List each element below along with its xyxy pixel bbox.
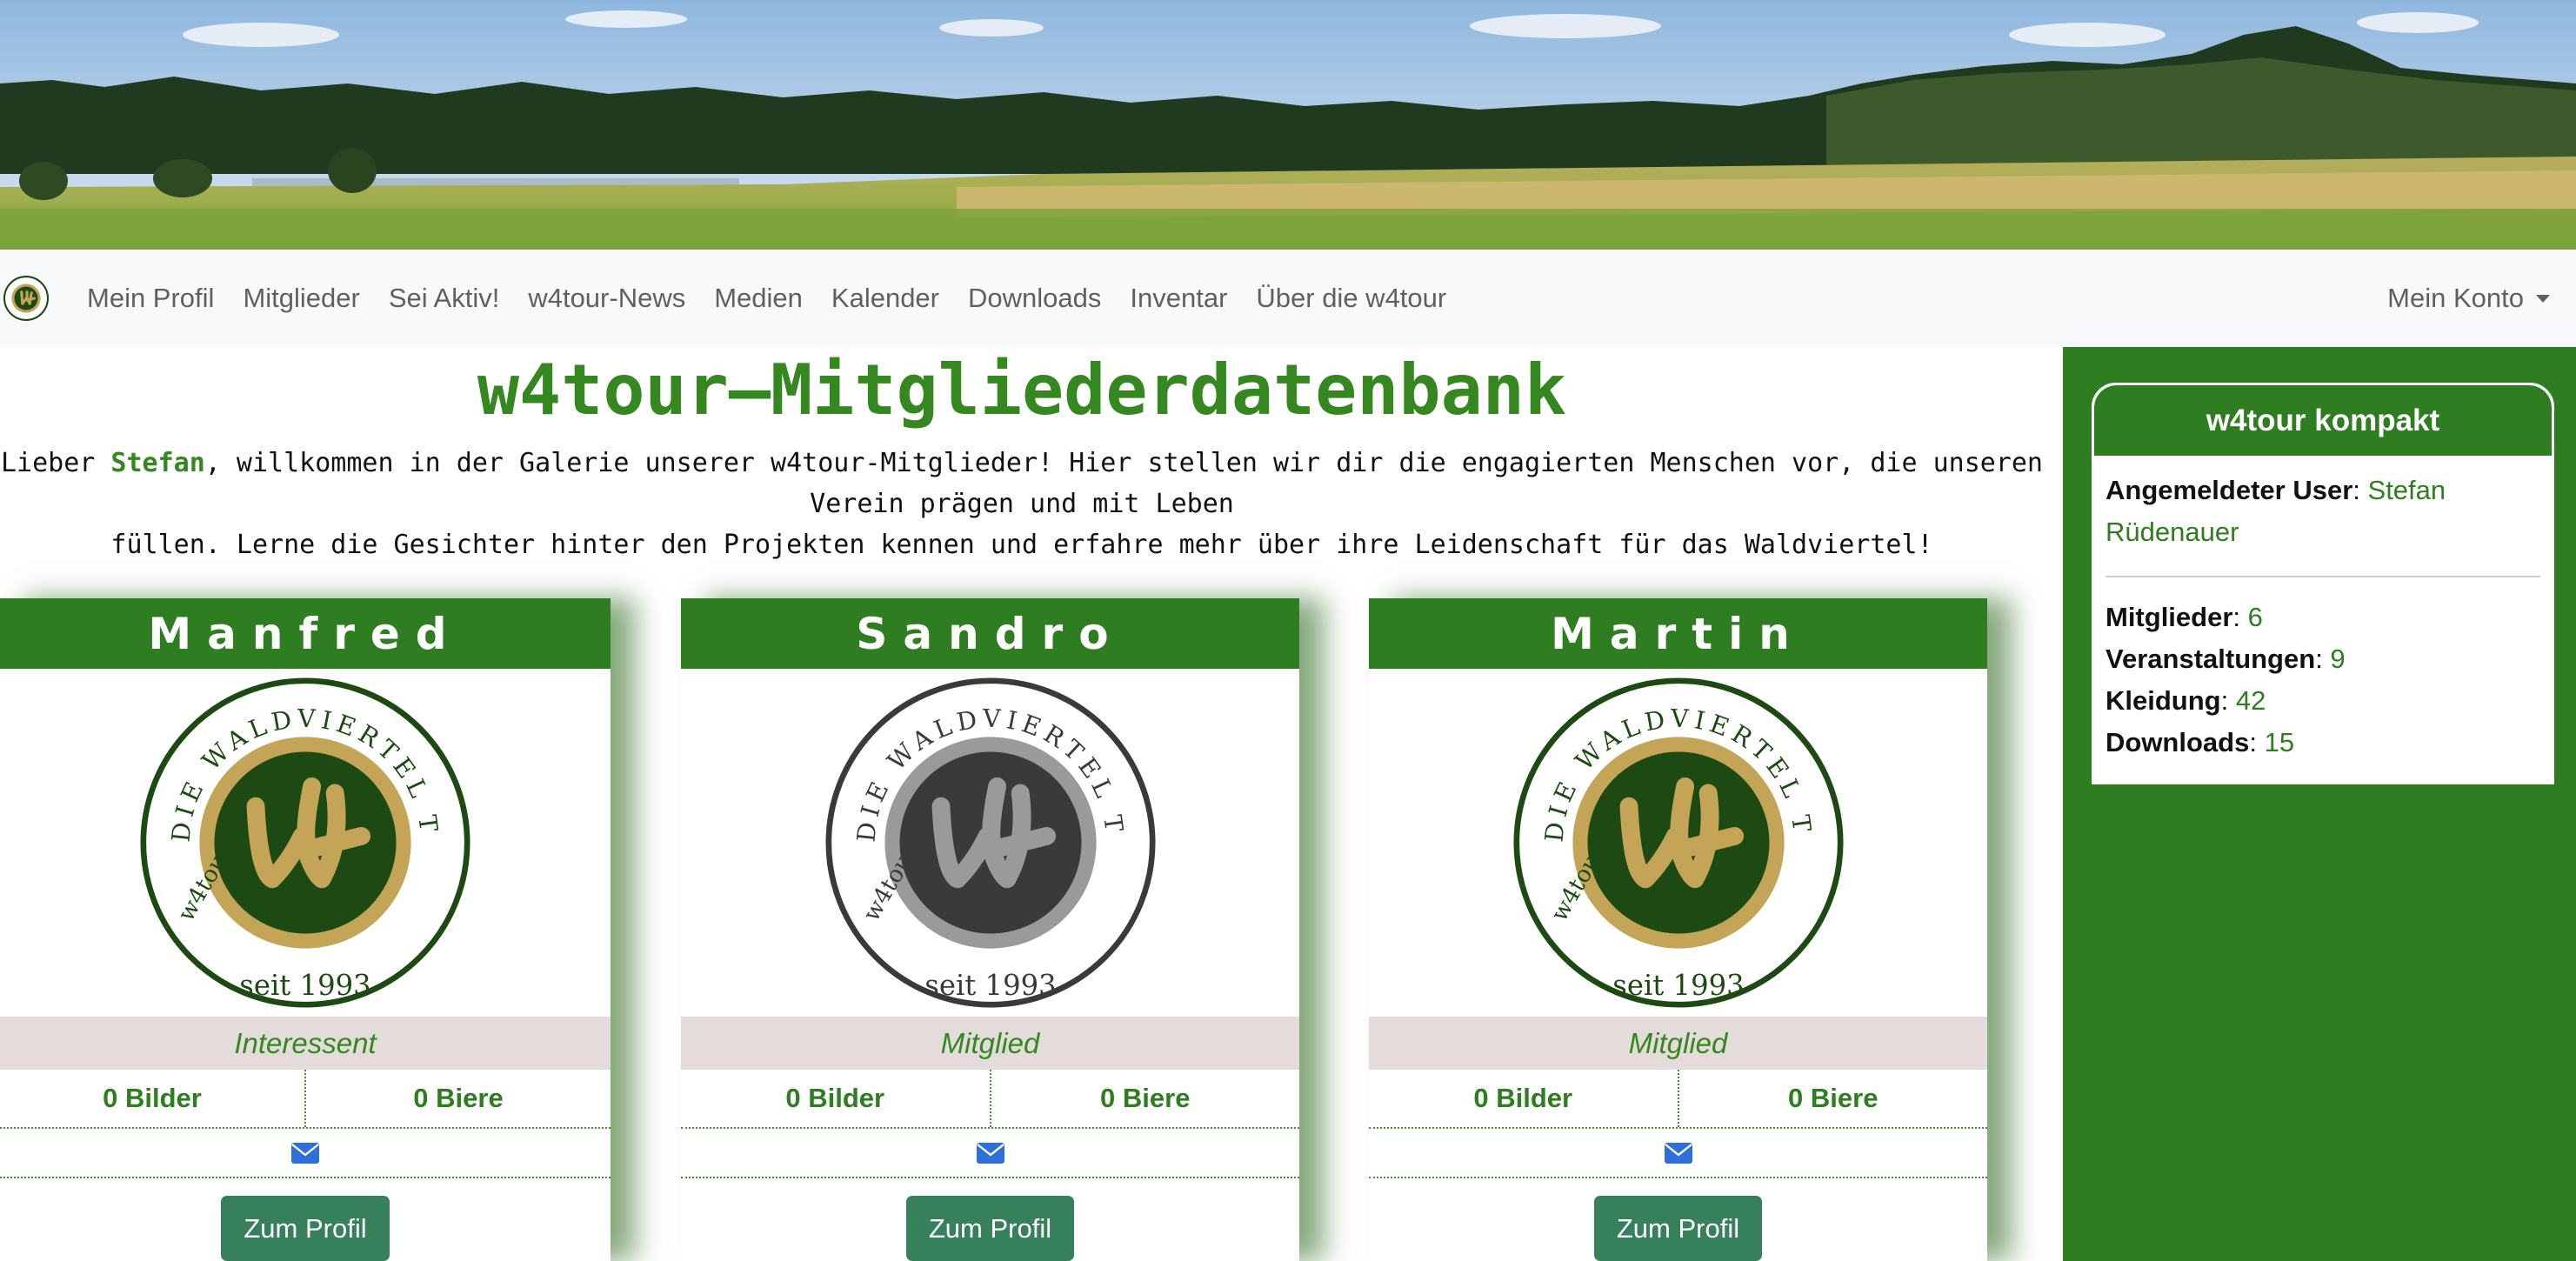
- account-dropdown-label: Mein Konto: [2387, 283, 2524, 313]
- stat-kleidung: Kleidung: 42: [2106, 685, 2266, 716]
- member-card-body: SandroDIE WALDVIERTEL TOURseit 1993w4tou…: [681, 598, 1299, 1261]
- intro-line1-rest: , willkommen in der Galerie unserer w4to…: [204, 448, 2043, 519]
- view-profile-button[interactable]: Zum Profil: [1593, 1196, 1763, 1261]
- stat-label: Kleidung: [2106, 685, 2221, 716]
- member-email-link[interactable]: [681, 1129, 1299, 1178]
- page-title: w4tour–Mitgliederdatenbank: [477, 350, 1567, 430]
- stat-value: 9: [2330, 644, 2346, 674]
- member-beers-count: 0 Biere: [989, 1070, 1300, 1127]
- nav-kalender[interactable]: Kalender: [831, 283, 939, 314]
- member-card: SandroDIE WALDVIERTEL TOURseit 1993w4tou…: [681, 598, 1299, 1261]
- logged-in-user-label: Angemeldeter User: [2106, 475, 2353, 505]
- chevron-down-icon: [2536, 294, 2550, 303]
- member-card: MartinDIE WALDVIERTEL TOURseit 1993w4tou…: [1369, 598, 1987, 1261]
- intro-user-name: Stefan: [110, 448, 205, 478]
- stat-label: Veranstaltungen: [2106, 644, 2316, 674]
- member-status: Mitglied: [681, 1017, 1299, 1070]
- member-beers-count: 0 Biere: [1677, 1070, 1988, 1127]
- logged-in-user: Angemeldeter User: Stefan Rüdenauer: [2106, 475, 2446, 547]
- member-avatar: DIE WALDVIERTEL TOURseit 1993w4tour: [681, 669, 1299, 1017]
- stat-label: Downloads: [2106, 727, 2250, 757]
- member-email-link[interactable]: [1369, 1129, 1987, 1178]
- logo-since-text: seit 1993: [924, 969, 1056, 1002]
- stat-label: Mitglieder: [2106, 602, 2233, 632]
- view-profile-button[interactable]: Zum Profil: [905, 1196, 1075, 1261]
- stat-veranstaltungen: Veranstaltungen: 9: [2106, 644, 2346, 674]
- nav-inventar[interactable]: Inventar: [1130, 283, 1227, 314]
- stat-value: 42: [2235, 685, 2266, 716]
- member-card-body: MartinDIE WALDVIERTEL TOURseit 1993w4tou…: [1369, 598, 1987, 1261]
- nav-medien[interactable]: Medien: [714, 283, 803, 314]
- stat-value: 6: [2247, 602, 2263, 632]
- logo-since-text: seit 1993: [1612, 969, 1744, 1002]
- nav-ueber-w4tour[interactable]: Über die w4tour: [1256, 283, 1446, 314]
- member-avatar: DIE WALDVIERTEL TOURseit 1993w4tour: [0, 669, 611, 1017]
- member-card-body: ManfredDIE WALDVIERTEL TOURseit 1993w4to…: [0, 598, 611, 1261]
- envelope-icon: [976, 1142, 1004, 1164]
- member-status: Mitglied: [1369, 1017, 1987, 1070]
- sidebar: w4tour kompakt Angemeldeter User: Stefan…: [2063, 347, 2576, 1261]
- stat-downloads: Downloads: 15: [2106, 727, 2295, 757]
- main-navbar: Mein Profil Mitglieder Sei Aktiv! w4tour…: [0, 250, 2576, 347]
- nav-mitglieder[interactable]: Mitglieder: [243, 283, 359, 314]
- intro-text: Lieber Stefan, willkommen in der Galerie…: [0, 443, 2044, 565]
- member-status: Interessent: [0, 1017, 611, 1070]
- member-stats: 0 Bilder 0 Biere: [1369, 1070, 1987, 1129]
- member-pictures-count: 0 Bilder: [103, 1083, 202, 1113]
- divider: [2106, 576, 2540, 577]
- envelope-icon: [1664, 1142, 1692, 1164]
- logo-since-text: seit 1993: [239, 969, 370, 1002]
- stat-value: 15: [2264, 727, 2295, 757]
- member-avatar: DIE WALDVIERTEL TOURseit 1993w4tour: [1369, 669, 1987, 1017]
- member-email-link[interactable]: [0, 1129, 611, 1178]
- envelope-icon: [291, 1142, 319, 1164]
- member-stats: 0 Bilder 0 Biere: [0, 1070, 611, 1129]
- nav-downloads[interactable]: Downloads: [968, 283, 1101, 314]
- member-name: Sandro: [681, 598, 1299, 669]
- nav-w4tour-news[interactable]: w4tour-News: [528, 283, 685, 314]
- member-name: Manfred: [0, 598, 611, 669]
- nav-sei-aktiv[interactable]: Sei Aktiv!: [389, 283, 500, 314]
- account-dropdown[interactable]: Mein Konto: [2387, 250, 2550, 347]
- nav-mein-profil[interactable]: Mein Profil: [87, 283, 214, 314]
- intro-prefix: Lieber: [0, 448, 111, 478]
- intro-line2: füllen. Lerne die Gesichter hinter den P…: [110, 530, 1933, 560]
- member-stats: 0 Bilder 0 Biere: [681, 1070, 1299, 1129]
- view-profile-button[interactable]: Zum Profil: [221, 1196, 390, 1261]
- member-card: ManfredDIE WALDVIERTEL TOURseit 1993w4to…: [0, 598, 611, 1261]
- compact-info-title: w4tour kompakt: [2094, 385, 2552, 456]
- member-beers-count: 0 Biere: [304, 1070, 611, 1127]
- header-banner-image: [0, 0, 2576, 250]
- member-pictures-count: 0 Bilder: [785, 1083, 885, 1113]
- member-name: Martin: [1369, 598, 1987, 669]
- member-pictures-count: 0 Bilder: [1473, 1083, 1573, 1113]
- compact-info-card: w4tour kompakt Angemeldeter User: Stefan…: [2092, 383, 2554, 784]
- stat-mitglieder: Mitglieder: 6: [2106, 602, 2263, 632]
- w4tour-logo-icon[interactable]: [3, 276, 49, 321]
